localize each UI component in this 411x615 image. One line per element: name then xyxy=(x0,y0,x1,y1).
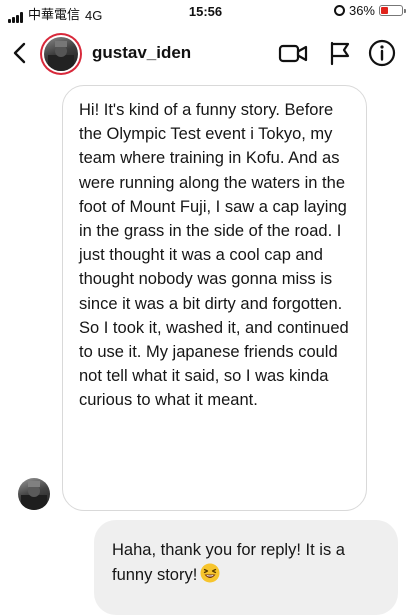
info-icon xyxy=(368,39,396,67)
profile-avatar[interactable] xyxy=(40,33,82,75)
outgoing-message-bubble[interactable]: Haha, thank you for reply! It is a funny… xyxy=(94,520,398,615)
laughing-face-icon xyxy=(200,563,220,591)
report-button[interactable] xyxy=(325,38,355,68)
video-call-button[interactable] xyxy=(278,38,308,68)
flag-icon xyxy=(330,41,350,66)
incoming-message-text: Hi! It's kind of a funny story. Before t… xyxy=(79,101,349,410)
status-bar: 中華電信 4G 15:56 36% xyxy=(0,0,411,24)
back-button[interactable] xyxy=(8,38,32,68)
sender-avatar[interactable] xyxy=(18,478,50,510)
avatar-photo xyxy=(44,37,78,71)
chat-username[interactable]: gustav_iden xyxy=(92,43,191,63)
video-camera-icon xyxy=(278,44,308,63)
status-right: 36% xyxy=(333,3,406,18)
info-button[interactable] xyxy=(367,38,397,68)
incoming-message-bubble[interactable]: Hi! It's kind of a funny story. Before t… xyxy=(62,85,367,511)
battery-percent: 36% xyxy=(348,3,375,18)
chevron-left-icon xyxy=(13,42,26,64)
chat-header: gustav_iden xyxy=(0,24,411,84)
battery-icon xyxy=(379,5,406,16)
alarm-clock-icon xyxy=(333,5,345,16)
outgoing-message-text: Haha, thank you for reply! It is a funny… xyxy=(112,541,345,584)
